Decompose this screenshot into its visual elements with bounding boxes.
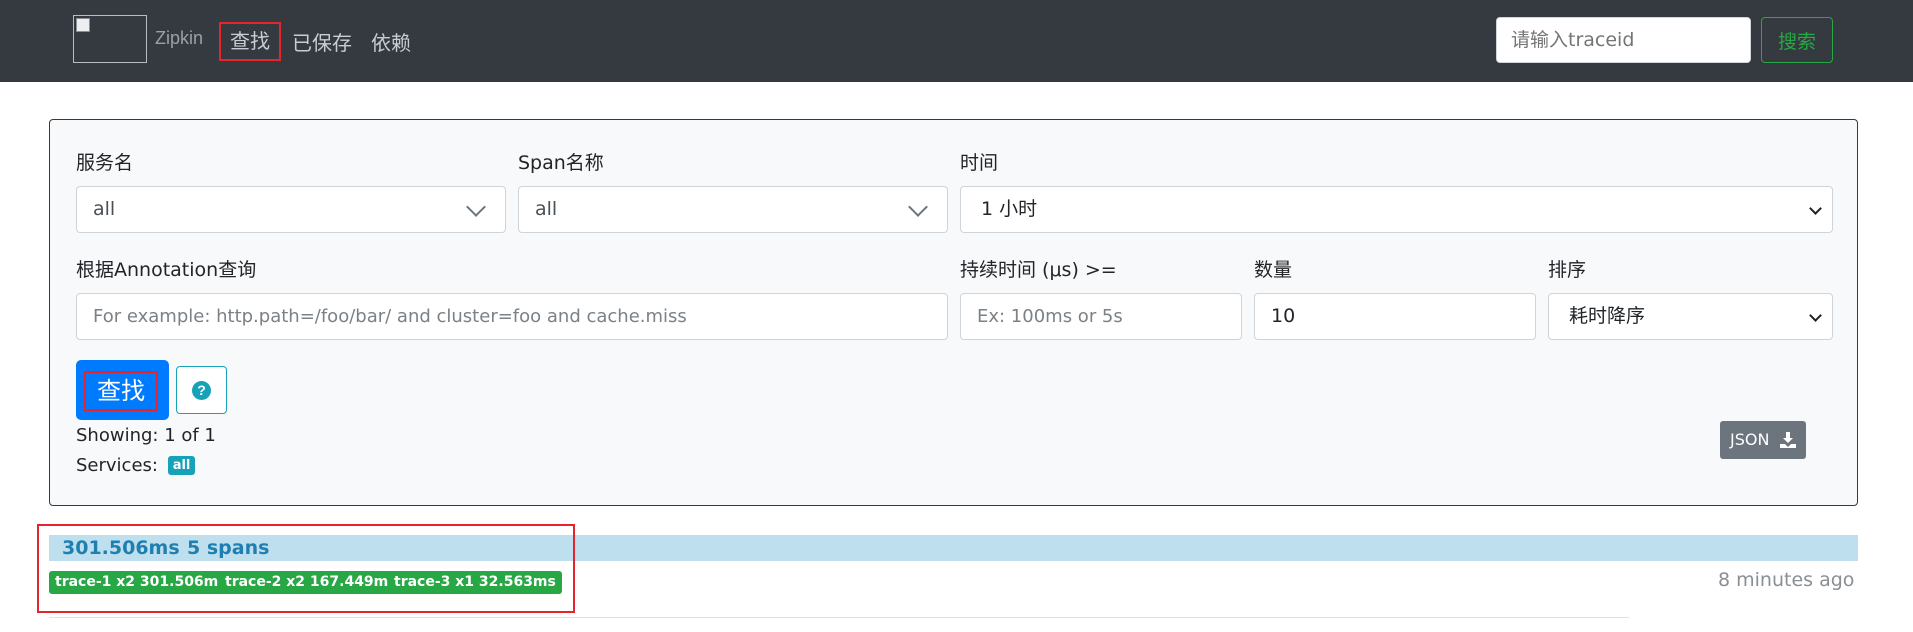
service-badge[interactable]: all xyxy=(167,456,196,475)
annotation-query-input[interactable]: For example: http.path=/foo/bar/ and clu… xyxy=(76,293,948,340)
search-form-card: 服务名 all Span名称 all 时间 1 小时 根据Annotation查… xyxy=(49,119,1858,506)
limit-input[interactable]: 10 xyxy=(1254,293,1536,340)
service-name-label: 服务名 xyxy=(76,152,134,174)
chevron-down-icon xyxy=(466,197,486,217)
service-name-select[interactable]: all xyxy=(76,186,506,233)
logo-image[interactable] xyxy=(73,15,147,63)
sort-value: 耗时降序 xyxy=(1569,305,1646,327)
nav-link-saved[interactable]: 已保存 xyxy=(292,27,352,56)
help-button[interactable]: ? xyxy=(176,366,227,414)
result-highlight-box xyxy=(37,524,575,613)
span-name-value: all xyxy=(535,198,558,220)
showing-count: Showing: 1 of 1 xyxy=(76,425,216,446)
min-duration-input[interactable]: Ex: 100ms or 5s xyxy=(960,293,1242,340)
duration-label: 持续时间 (μs) >= xyxy=(960,259,1117,281)
span-name-label: Span名称 xyxy=(518,152,604,174)
trace-time-ago: 8 minutes ago xyxy=(1718,569,1855,591)
traceid-search-input[interactable] xyxy=(1496,17,1751,63)
traceid-search-button[interactable]: 搜索 xyxy=(1761,17,1833,63)
limit-value: 10 xyxy=(1271,305,1296,327)
time-range-select[interactable]: 1 小时 xyxy=(960,186,1833,233)
annotation-query-placeholder: For example: http.path=/foo/bar/ and clu… xyxy=(93,306,687,327)
brand-name[interactable]: Zipkin xyxy=(155,28,203,49)
limit-label: 数量 xyxy=(1254,259,1293,281)
json-button-label: JSON xyxy=(1730,430,1770,449)
top-navbar: Zipkin 查找 已保存 依赖 搜索 xyxy=(0,0,1913,82)
question-circle-icon: ? xyxy=(192,381,211,400)
time-label: 时间 xyxy=(960,152,999,174)
services-label: Services: xyxy=(76,455,158,476)
find-button[interactable]: 查找 xyxy=(76,360,169,420)
chevron-down-icon xyxy=(908,197,928,217)
download-icon xyxy=(1780,432,1796,448)
divider xyxy=(49,617,1629,618)
sort-label: 排序 xyxy=(1548,259,1587,281)
chevron-down-icon xyxy=(1809,309,1822,322)
service-name-value: all xyxy=(93,198,116,220)
services-summary: Services: all xyxy=(76,455,196,476)
nav-link-find[interactable]: 查找 xyxy=(219,22,281,61)
time-range-value: 1 小时 xyxy=(981,198,1038,220)
nav-link-dependencies[interactable]: 依赖 xyxy=(371,27,411,56)
span-name-select[interactable]: all xyxy=(518,186,948,233)
broken-image-icon xyxy=(76,18,90,32)
chevron-down-icon xyxy=(1809,202,1822,215)
annotation-query-label: 根据Annotation查询 xyxy=(76,259,257,281)
find-button-label: 查找 xyxy=(84,371,158,411)
sort-select[interactable]: 耗时降序 xyxy=(1548,293,1833,340)
json-download-button[interactable]: JSON xyxy=(1720,421,1806,459)
min-duration-placeholder: Ex: 100ms or 5s xyxy=(977,306,1123,327)
